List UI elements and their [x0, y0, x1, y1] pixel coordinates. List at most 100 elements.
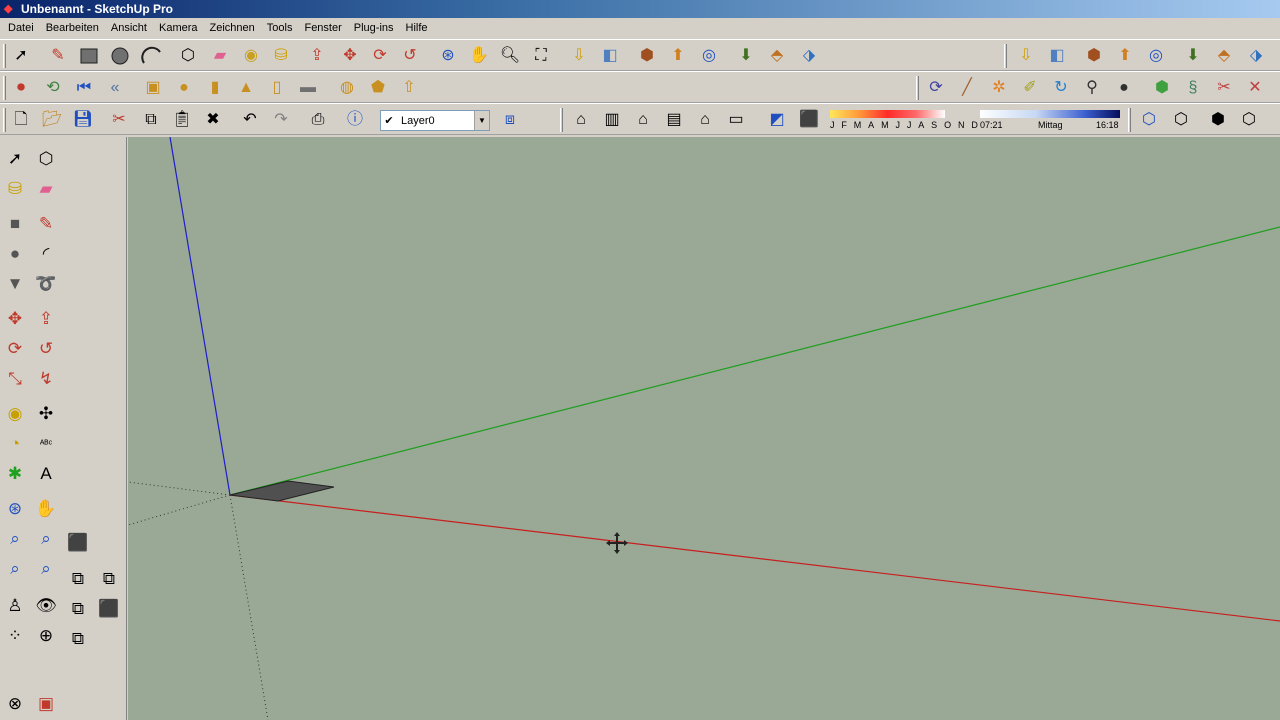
layer-dropdown[interactable]: ✔ Layer0 ▼: [380, 110, 490, 131]
warehouse-get-models-icon[interactable]: ⬢: [634, 43, 660, 69]
rewind-icon[interactable]: ⏮: [71, 75, 97, 101]
shaded-style-icon[interactable]: ⬡: [1236, 107, 1262, 133]
model-info-icon[interactable]: ⓘ: [342, 107, 368, 133]
paint-bucket-icon[interactable]: ⛁: [1, 175, 29, 203]
redo-icon[interactable]: ↷: [268, 107, 294, 133]
position-camera-icon[interactable]: ♙: [1, 592, 29, 620]
zoom-icon[interactable]: 🔍︎: [497, 43, 523, 69]
cut-icon[interactable]: ✂: [106, 107, 132, 133]
warehouse-get-models-icon[interactable]: ⬢: [1081, 43, 1107, 69]
follow-me-icon[interactable]: ↺: [32, 335, 60, 363]
menu-plugins[interactable]: Plug-ins: [348, 19, 400, 37]
rectangle-tool-icon[interactable]: [76, 43, 102, 69]
toolbar-grip[interactable]: [3, 44, 6, 68]
eraser-icon[interactable]: ▰: [207, 43, 233, 69]
pan-hand-icon[interactable]: ✋: [466, 43, 492, 69]
zoom-extents-icon[interactable]: ⌕: [32, 555, 60, 583]
orbit-icon[interactable]: ⊛: [435, 43, 461, 69]
select-arrow-icon[interactable]: ➚: [8, 43, 34, 69]
previous-view-icon[interactable]: ⌕: [1, 555, 29, 583]
follow-me-icon[interactable]: ↺: [397, 43, 423, 69]
google-earth-icon[interactable]: ◎: [1143, 43, 1169, 69]
top-view-icon[interactable]: ▥: [599, 107, 625, 133]
shadow-time-slider[interactable]: [980, 110, 1120, 118]
orbit-icon[interactable]: ⊛: [1, 495, 29, 523]
new-file-icon[interactable]: 🗋︎: [8, 107, 34, 133]
arc-tool-icon[interactable]: ◜: [32, 240, 60, 268]
undo-icon[interactable]: ↶: [237, 107, 263, 133]
chevron-down-icon[interactable]: ▼: [474, 111, 489, 130]
make-component-icon[interactable]: ⬡: [32, 145, 60, 173]
get-current-view-icon[interactable]: ⬇: [733, 43, 759, 69]
zoom-window-icon[interactable]: ⌕: [32, 525, 60, 553]
right-view-icon[interactable]: ⧉: [64, 595, 92, 623]
select-arrow-icon[interactable]: ➚: [1, 145, 29, 173]
back-view-icon[interactable]: ⬛: [95, 595, 123, 623]
next-scene-icon[interactable]: ◧: [1044, 43, 1070, 69]
push-pull-icon[interactable]: ⇪: [32, 305, 60, 333]
google-earth-icon[interactable]: ◎: [696, 43, 722, 69]
warehouse-share-model-icon[interactable]: ⬆: [1112, 43, 1138, 69]
section-plane-icon[interactable]: ⊕: [32, 622, 60, 650]
torus-primitive-icon[interactable]: ◍: [334, 75, 360, 101]
zoom-extents-icon[interactable]: ⛶: [528, 43, 554, 69]
left-view-icon[interactable]: ▭: [723, 107, 749, 133]
shadow-settings-icon[interactable]: ◩: [764, 107, 790, 133]
loop-icon[interactable]: ⟲: [40, 75, 66, 101]
gear-icon[interactable]: ✲: [986, 75, 1012, 101]
paste-icon[interactable]: 📋︎: [169, 107, 195, 133]
rotate-tool-icon[interactable]: ⟳: [1, 335, 29, 363]
menu-fenster[interactable]: Fenster: [298, 19, 347, 37]
open-folder-icon[interactable]: 📂︎: [39, 107, 65, 133]
place-model-icon[interactable]: ⬗: [1243, 43, 1269, 69]
rectangle-tool-icon[interactable]: ■: [1, 210, 29, 238]
extrude-primitive-icon[interactable]: ⇧: [396, 75, 422, 101]
menu-bearbeiten[interactable]: Bearbeiten: [40, 19, 105, 37]
save-icon[interactable]: 💾︎: [70, 107, 96, 133]
rotate-tool-icon[interactable]: ⟳: [367, 43, 393, 69]
pencil-line-icon[interactable]: ✎: [45, 43, 71, 69]
walk-footprints-icon[interactable]: ⁘: [1, 622, 29, 650]
push-pull-icon[interactable]: ⇪: [304, 43, 330, 69]
move-tool-icon[interactable]: ✥: [1, 305, 29, 333]
scale-tool-icon[interactable]: ⤡: [1, 365, 29, 393]
toolbar-grip[interactable]: [916, 76, 919, 100]
toolbar-grip[interactable]: [3, 108, 6, 132]
dimension-tool-icon[interactable]: ✣: [32, 400, 60, 428]
box-primitive-icon[interactable]: ▣: [140, 75, 166, 101]
copy-icon[interactable]: ⧉: [138, 107, 164, 133]
menu-datei[interactable]: Datei: [2, 19, 40, 37]
cone-primitive-icon[interactable]: ▲: [233, 75, 259, 101]
tape-measure-icon[interactable]: ◉: [238, 43, 264, 69]
freehand-tool-icon[interactable]: ➰: [32, 270, 60, 298]
drawn-face[interactable]: [229, 480, 335, 502]
3d-text-icon[interactable]: A: [32, 460, 60, 488]
left-view-icon[interactable]: ⧉: [64, 625, 92, 653]
display-shadows-icon[interactable]: ⬛: [796, 107, 822, 133]
cylinder-primitive-icon[interactable]: ▮: [202, 75, 228, 101]
look-around-eye-icon[interactable]: 👁︎: [32, 592, 60, 620]
back-view-icon[interactable]: ⌂: [692, 107, 718, 133]
menu-ansicht[interactable]: Ansicht: [105, 19, 153, 37]
previous-scene-icon[interactable]: ⇩: [566, 43, 592, 69]
step-back-icon[interactable]: «: [102, 75, 128, 101]
sphere-primitive-icon[interactable]: ●: [171, 75, 197, 101]
prism-primitive-icon[interactable]: ⬟: [365, 75, 391, 101]
circle-tool-icon[interactable]: [107, 43, 133, 69]
tube-primitive-icon[interactable]: ▯: [264, 75, 290, 101]
top-view-icon[interactable]: ⧉: [64, 565, 92, 593]
toolbar-grip[interactable]: [560, 108, 563, 132]
text-tool-icon[interactable]: ᴬᴮᶜ: [32, 430, 60, 458]
iso-view-icon[interactable]: ⬛: [64, 529, 92, 557]
polygon-tool-icon[interactable]: ▼: [1, 270, 29, 298]
toggle-terrain-icon[interactable]: ⬘: [1211, 43, 1237, 69]
refresh-icon[interactable]: ↻: [1048, 75, 1074, 101]
toolbar-grip[interactable]: [1004, 44, 1007, 68]
section-cut-icon[interactable]: ▣: [32, 690, 60, 718]
cross-tool-icon[interactable]: ✕: [1242, 75, 1268, 101]
protractor-icon[interactable]: ◔: [1, 430, 29, 458]
spring-icon[interactable]: §: [1180, 75, 1206, 101]
offset-tool-icon[interactable]: ↯: [32, 365, 60, 393]
pan-hand-icon[interactable]: ✋: [32, 495, 60, 523]
pencil-icon[interactable]: ✐: [1017, 75, 1043, 101]
